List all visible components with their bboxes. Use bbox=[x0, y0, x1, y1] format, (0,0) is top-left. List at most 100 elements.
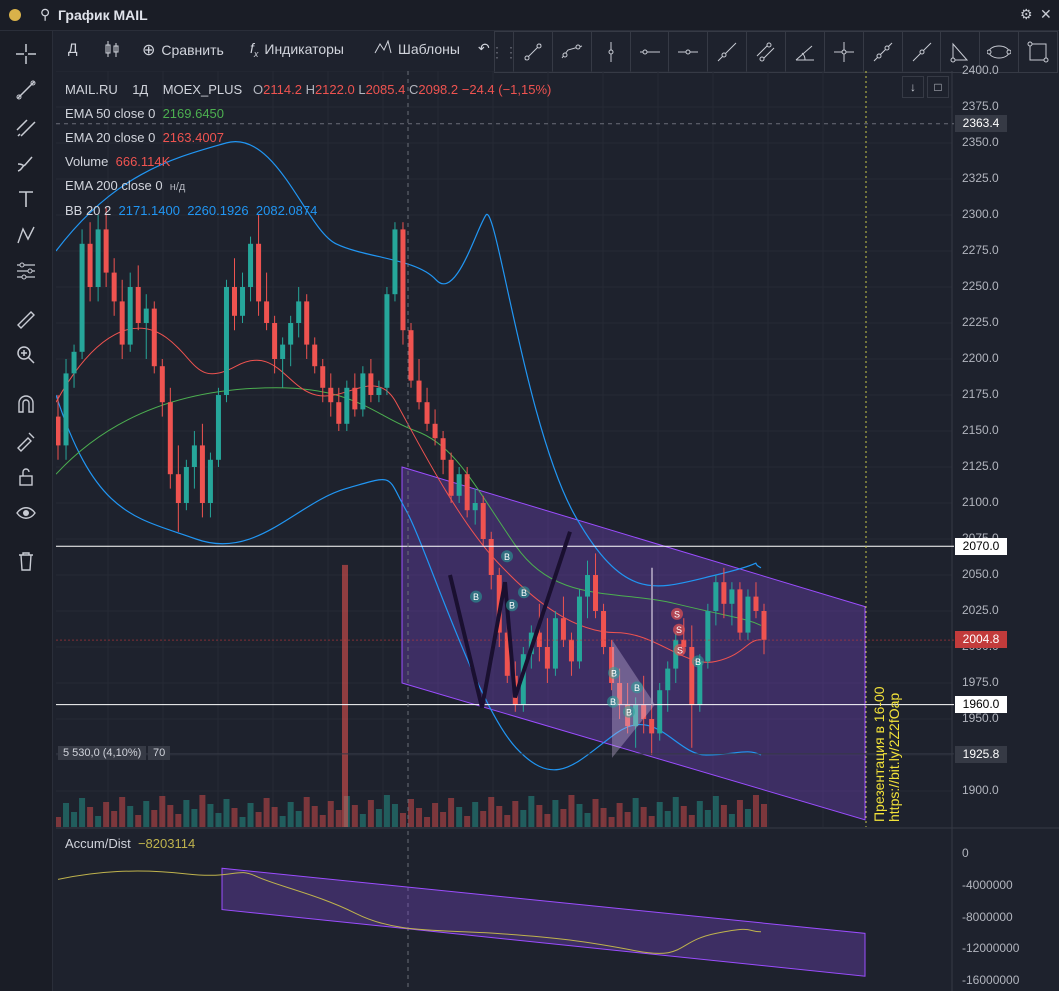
window-dot[interactable] bbox=[9, 9, 21, 21]
price-axis-label: 2125.0 bbox=[962, 459, 999, 473]
candle-body bbox=[272, 323, 278, 359]
candle-body bbox=[456, 474, 462, 496]
volume-bar bbox=[584, 813, 591, 827]
templates-button[interactable]: Шаблоны bbox=[374, 39, 460, 57]
volume-bar bbox=[536, 805, 543, 827]
candle-body bbox=[488, 539, 494, 575]
price-axis-label: 2275.0 bbox=[962, 243, 999, 257]
ema50-label: EMA 50 close 0 bbox=[65, 106, 156, 121]
gear-icon[interactable]: ⚙ bbox=[1020, 6, 1033, 23]
volume-bar bbox=[624, 812, 631, 827]
legend-h-label: H bbox=[305, 82, 315, 97]
signal-label: S bbox=[677, 645, 683, 655]
measure-lines-icon[interactable] bbox=[12, 257, 40, 285]
trash-icon[interactable] bbox=[12, 547, 40, 575]
volume-bar bbox=[391, 804, 398, 827]
candles-icon[interactable] bbox=[104, 40, 120, 58]
volume-bar bbox=[512, 801, 519, 827]
volume-bar bbox=[672, 797, 679, 827]
candle-body bbox=[240, 287, 246, 316]
accum-value: −8203114 bbox=[137, 836, 196, 851]
crosshair-icon[interactable] bbox=[825, 32, 864, 72]
price-axis-label: 2200.0 bbox=[962, 351, 999, 365]
indicators-button[interactable]: fx Индикаторы bbox=[250, 40, 344, 59]
volume-bar bbox=[87, 807, 94, 827]
ray-icon[interactable] bbox=[553, 32, 592, 72]
volume-bar bbox=[375, 809, 382, 827]
accum-axis-label: 0 bbox=[962, 846, 969, 860]
rectangle-icon[interactable] bbox=[1019, 32, 1057, 72]
close-icon[interactable]: ✕ bbox=[1040, 6, 1052, 23]
parallel-channel-icon[interactable] bbox=[747, 32, 787, 72]
legend-ema50-row[interactable]: EMA 50 close 0 2169.6450 bbox=[65, 102, 551, 126]
candle-body bbox=[480, 503, 486, 539]
legend-bb-row[interactable]: BB 20 2 2171.1400 2260.1926 2082.0874 bbox=[65, 199, 551, 223]
crosshair-icon[interactable] bbox=[12, 40, 40, 68]
legend-volume-row[interactable]: Volume 666.114K bbox=[65, 150, 551, 174]
arrow-line-icon[interactable] bbox=[903, 32, 942, 72]
unlock-icon[interactable] bbox=[12, 463, 40, 491]
legend-ema200-row[interactable]: EMA 200 close 0 н/д bbox=[65, 174, 551, 199]
candle-body bbox=[111, 272, 117, 302]
bb-lower: 2082.0874 bbox=[255, 203, 318, 218]
accum-axis-label: -8000000 bbox=[962, 909, 1013, 924]
promo-annotation[interactable]: Презентация в 16-00 https://bit.ly/2Z2fO… bbox=[871, 686, 902, 822]
brush-icon[interactable] bbox=[12, 149, 40, 177]
pitchfork-icon[interactable] bbox=[786, 32, 825, 72]
candle-body bbox=[63, 373, 69, 446]
candle-body bbox=[232, 287, 237, 316]
volume-bar bbox=[496, 806, 503, 827]
text-icon[interactable] bbox=[12, 185, 40, 213]
volume-bar bbox=[63, 803, 70, 827]
price-axis-label: 2300.0 bbox=[962, 207, 999, 221]
accum-channel bbox=[221, 867, 866, 977]
pattern-icon[interactable] bbox=[12, 221, 40, 249]
lock-drawing-icon[interactable] bbox=[12, 427, 40, 455]
magnet-icon[interactable] bbox=[12, 391, 40, 419]
volume-bar bbox=[688, 815, 695, 827]
trend-line-icon[interactable] bbox=[12, 76, 40, 104]
zoom-icon[interactable] bbox=[12, 341, 40, 369]
templates-label: Шаблоны bbox=[398, 40, 460, 57]
volume-bar bbox=[255, 812, 262, 827]
volume-bar bbox=[408, 799, 414, 827]
legend-o-label: O bbox=[253, 82, 264, 97]
extended-line-icon[interactable] bbox=[708, 32, 748, 72]
chart-legend: MAIL.RU 1Д MOEX_PLUS O2114.2 H2122.0 L20… bbox=[65, 78, 551, 223]
volume-bar bbox=[480, 811, 487, 827]
arrow-down-icon[interactable]: ↓ bbox=[902, 76, 924, 98]
legend-c-label: C bbox=[408, 82, 419, 97]
search-icon[interactable]: ⚲ bbox=[40, 6, 50, 23]
undo-icon[interactable]: ↶ bbox=[478, 40, 490, 57]
horizontal-line-icon[interactable] bbox=[631, 32, 670, 72]
volume-bar bbox=[383, 795, 390, 827]
signal-label: B bbox=[473, 592, 479, 602]
interval-button[interactable]: Д bbox=[68, 40, 77, 56]
line-low-tag: 1960.0 bbox=[955, 696, 1007, 713]
legend-ema20-row[interactable]: EMA 20 close 0 2163.4007 bbox=[65, 126, 551, 150]
horizontal-ray-icon[interactable] bbox=[669, 32, 709, 72]
candle-body bbox=[657, 690, 663, 734]
templates-icon bbox=[374, 39, 392, 57]
candle-body bbox=[432, 423, 438, 439]
volume-bar bbox=[151, 810, 158, 827]
accum-axis-label: -12000000 bbox=[962, 941, 1020, 956]
grip-icon[interactable]: ⋮⋮ bbox=[490, 32, 518, 72]
candle-body bbox=[215, 395, 221, 460]
vertical-line-icon[interactable] bbox=[592, 32, 631, 72]
ruler-icon[interactable] bbox=[12, 306, 40, 334]
candle-body bbox=[256, 243, 262, 302]
candle-body bbox=[368, 373, 374, 395]
volume-bar bbox=[159, 796, 166, 827]
price-channel bbox=[401, 466, 866, 821]
line-high-tag: 2070.0 bbox=[955, 538, 1007, 555]
candle-body bbox=[143, 308, 149, 323]
compare-button[interactable]: ⊕ Сравнить bbox=[142, 40, 224, 60]
eye-icon[interactable] bbox=[12, 499, 40, 527]
info-line-icon[interactable] bbox=[864, 32, 903, 72]
fib-icon[interactable] bbox=[12, 113, 40, 141]
candle-body bbox=[665, 668, 671, 691]
accum-legend[interactable]: Accum/Dist −8203114 bbox=[65, 836, 195, 851]
fullscreen-icon[interactable]: □ bbox=[927, 76, 949, 98]
trend-line-icon[interactable] bbox=[514, 32, 553, 72]
